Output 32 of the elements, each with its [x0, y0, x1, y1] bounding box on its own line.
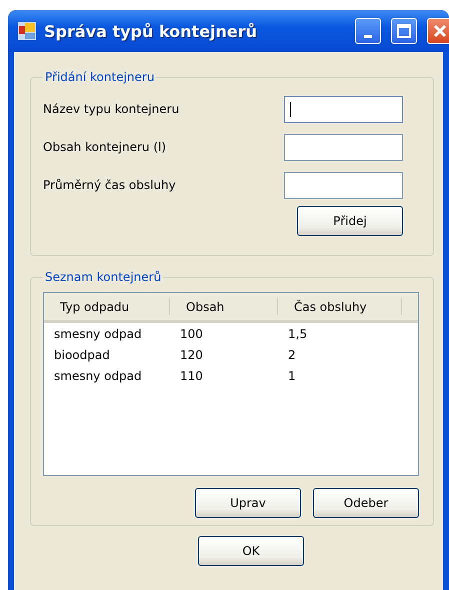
- column-header[interactable]: Typ odpadu: [44, 298, 170, 315]
- edit-button[interactable]: Uprav: [195, 488, 301, 518]
- group-legend: Seznam kontejnerů: [43, 270, 164, 284]
- column-header[interactable]: Obsah: [170, 298, 278, 315]
- field-label: Obsah kontejneru (l): [43, 140, 166, 154]
- window-title: Správa typů kontejnerů: [44, 22, 258, 40]
- table-cell-text: bioodpad: [53, 348, 111, 362]
- field-label: Název typu kontejneru: [43, 102, 180, 116]
- column-header[interactable]: Čas obsluhy: [278, 298, 402, 315]
- input-field[interactable]: [284, 134, 403, 160]
- field-label: Průměrný čas obsluhy: [43, 178, 176, 192]
- table-cell-text: 110: [179, 368, 204, 382]
- add-button[interactable]: Přidej: [297, 206, 403, 236]
- remove-button[interactable]: Odeber: [313, 488, 419, 518]
- maximize-button[interactable]: [391, 18, 417, 44]
- input-field[interactable]: [284, 172, 403, 198]
- table-cell-text: 1,5: [287, 326, 308, 340]
- close-icon: [433, 24, 447, 38]
- table-cell-text: smesny odpad: [53, 326, 143, 340]
- table-cell-text: 100: [179, 326, 204, 340]
- minimize-icon: [364, 34, 372, 38]
- maximize-icon: [397, 24, 411, 38]
- ok-button[interactable]: OK: [198, 536, 304, 566]
- table-cell-text: 2: [287, 348, 297, 362]
- table-cell-text: smesny odpad: [53, 368, 143, 382]
- minimize-button[interactable]: [355, 18, 381, 44]
- close-button[interactable]: [427, 18, 449, 44]
- input-field[interactable]: [284, 96, 403, 122]
- app-icon: [18, 22, 36, 40]
- table-cell-text: 120: [179, 348, 204, 362]
- table-cell-text: 1: [287, 368, 297, 382]
- group-legend: Přidání kontejneru: [43, 70, 156, 84]
